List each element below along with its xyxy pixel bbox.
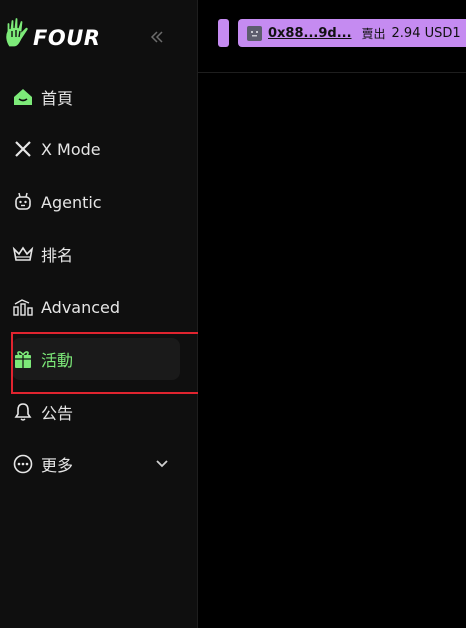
sidebar-item-label: Agentic (41, 192, 102, 212)
sidebar-item-announcements[interactable]: 公告 (12, 391, 180, 433)
sidebar-item-label: 更多 (41, 456, 74, 475)
crown-icon (12, 243, 34, 265)
trade-amount: 2.94 USD1 (391, 25, 461, 41)
sidebar-item-agentic[interactable]: Agentic (12, 181, 180, 223)
chevron-down-icon[interactable] (156, 457, 168, 472)
sidebar: FOUR 首頁 X Mode Agentic 排名 Advanced 活動 公告… (0, 0, 198, 628)
main-content-area (198, 73, 466, 628)
chevrons-left-icon (150, 27, 164, 48)
sidebar-item-label: 公告 (41, 404, 74, 423)
robot-icon (12, 191, 34, 213)
trader-address-link[interactable]: 0x88...9d... (268, 26, 352, 41)
sidebar-item-more[interactable]: 更多 (12, 443, 180, 485)
sidebar-item-label: 活動 (41, 351, 74, 370)
app-window: FOUR 首頁 X Mode Agentic 排名 Advanced 活動 公告… (0, 0, 466, 628)
brand-logo[interactable]: FOUR (3, 16, 101, 53)
hand-logo-icon (3, 16, 31, 53)
sidebar-item-label: 首頁 (41, 89, 74, 108)
brand-name: FOUR (33, 26, 101, 50)
sidebar-item-advanced[interactable]: Advanced (12, 286, 180, 328)
sidebar-item-ranking[interactable]: 排名 (12, 233, 180, 275)
token-avatar-icon (247, 25, 262, 41)
sidebar-item-x-mode[interactable]: X Mode (12, 128, 180, 170)
bell-icon (12, 401, 34, 423)
x-icon (12, 138, 34, 160)
bar-chart-icon (12, 296, 34, 318)
sidebar-item-label: 排名 (41, 246, 74, 265)
sidebar-item-events[interactable]: 活動 (12, 338, 180, 380)
sidebar-item-label: X Mode (41, 139, 101, 159)
trade-ticker-item[interactable]: 0x88...9d... 賣出 2.94 USD1 (238, 19, 466, 47)
home-icon (12, 86, 34, 108)
sidebar-item-home[interactable]: 首頁 (12, 76, 180, 118)
sidebar-item-label: Advanced (41, 297, 121, 317)
gift-icon (12, 348, 34, 370)
more-icon (12, 453, 34, 475)
collapse-sidebar-button[interactable] (146, 26, 168, 48)
ticker-previous-item[interactable] (218, 19, 229, 47)
trade-action-label: 賣出 (361, 26, 386, 41)
